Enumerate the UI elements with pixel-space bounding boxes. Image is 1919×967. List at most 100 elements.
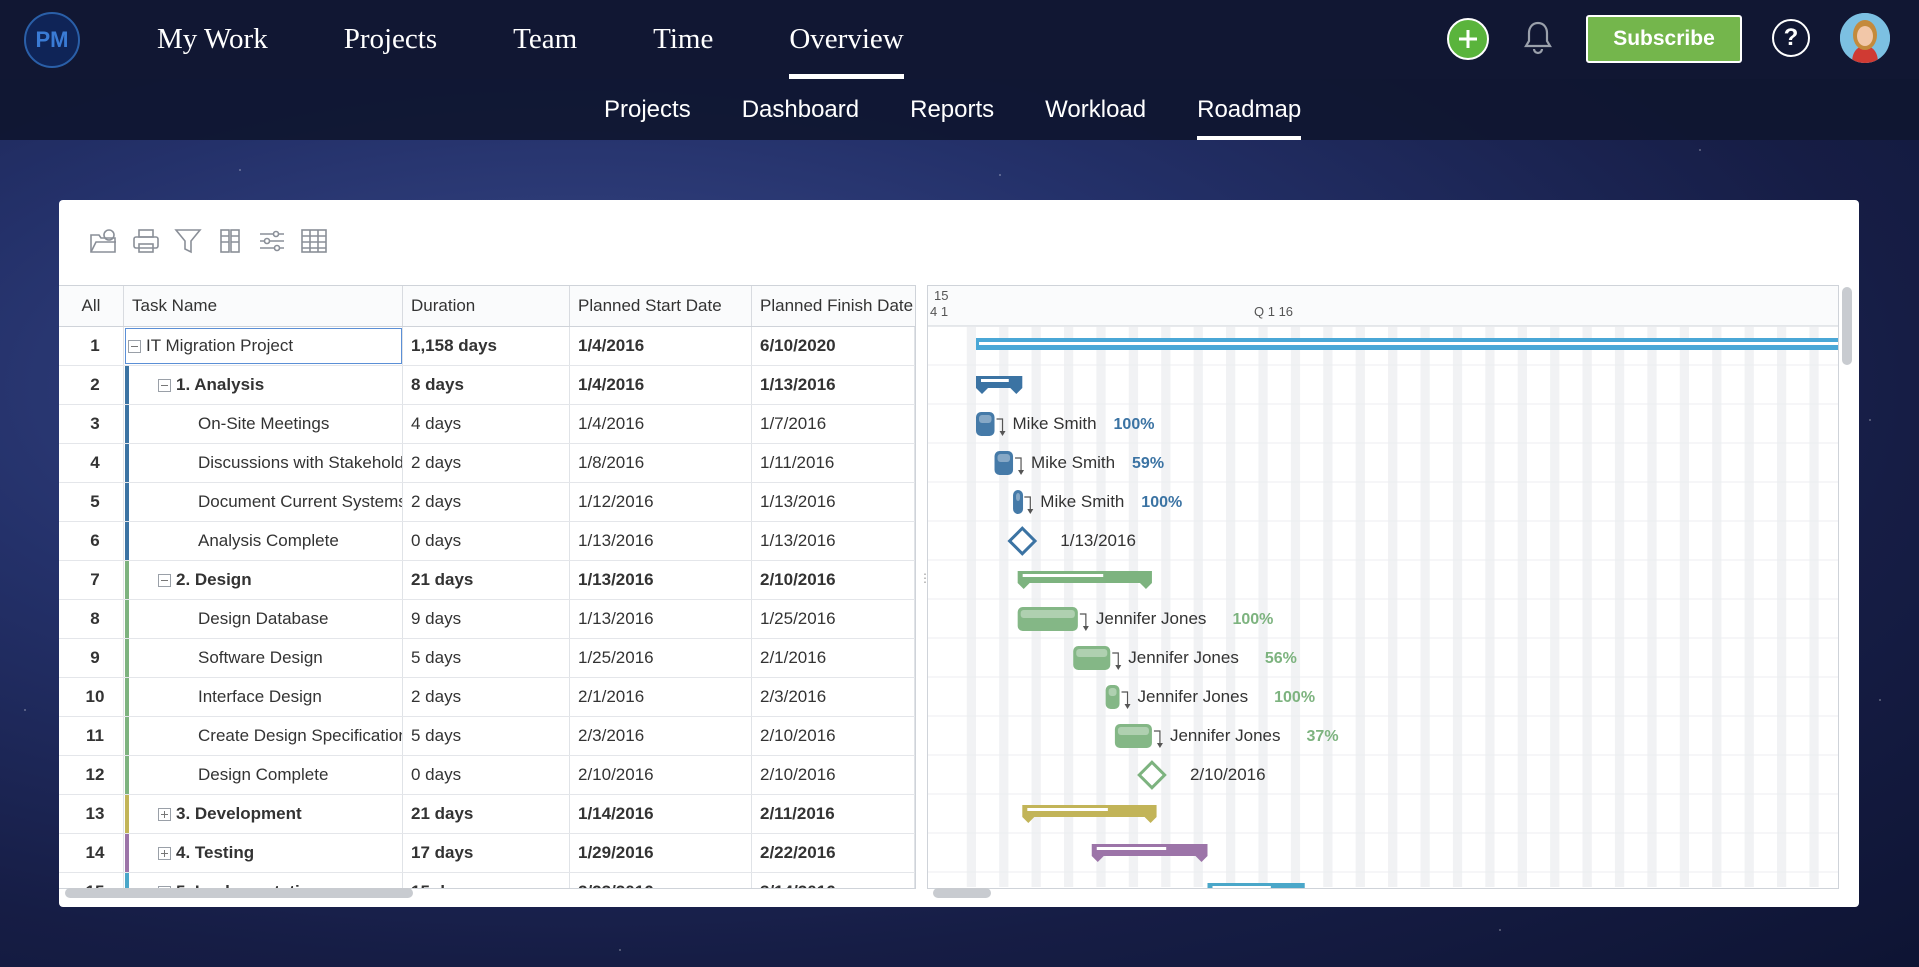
task-name-cell[interactable]: Design Database bbox=[124, 600, 403, 638]
start-date-cell[interactable]: 1/13/2016 bbox=[570, 561, 752, 599]
notifications-bell-icon[interactable] bbox=[1520, 18, 1556, 58]
start-date-cell[interactable]: 1/8/2016 bbox=[570, 444, 752, 482]
table-row[interactable]: 14 4. Testing 17 days 1/29/2016 2/22/2016 bbox=[59, 834, 915, 873]
subnav-dashboard[interactable]: Dashboard bbox=[742, 79, 859, 140]
summary-task-bar-highlight[interactable] bbox=[1022, 574, 1104, 577]
summary-bar-left-cap[interactable] bbox=[1017, 583, 1030, 589]
task-bar-gloss[interactable] bbox=[997, 454, 1011, 462]
finish-date-cell[interactable]: 1/13/2016 bbox=[752, 483, 915, 521]
table-row[interactable]: 12 Design Complete 0 days 2/10/2016 2/10/201… bbox=[59, 756, 915, 795]
settings-sliders-icon[interactable] bbox=[255, 224, 289, 258]
task-name-cell[interactable]: IT Migration Project bbox=[124, 327, 403, 365]
summary-task-bar-highlight[interactable] bbox=[1212, 886, 1271, 888]
collapse-toggle-icon[interactable] bbox=[158, 378, 171, 392]
summary-task-bar-highlight[interactable] bbox=[1027, 808, 1108, 811]
task-bar-gloss[interactable] bbox=[1076, 649, 1108, 657]
duration-cell[interactable]: 5 days bbox=[403, 717, 570, 755]
task-bar-gloss[interactable] bbox=[1108, 688, 1117, 696]
row-number-cell[interactable]: 5 bbox=[59, 483, 124, 521]
duration-cell[interactable]: 0 days bbox=[403, 522, 570, 560]
summary-bar-left-cap[interactable] bbox=[976, 388, 988, 394]
subscribe-button[interactable]: Subscribe bbox=[1586, 15, 1742, 63]
start-date-cell[interactable]: 2/23/2016 bbox=[570, 873, 752, 888]
print-icon[interactable] bbox=[129, 224, 163, 258]
table-row[interactable]: 10 Interface Design 2 days 2/1/2016 2/3/2016 bbox=[59, 678, 915, 717]
table-row[interactable]: 13 3. Development 21 days 1/14/2016 2/11/201… bbox=[59, 795, 915, 834]
subnav-workload[interactable]: Workload bbox=[1045, 79, 1146, 140]
start-date-cell[interactable]: 1/29/2016 bbox=[570, 834, 752, 872]
table-row[interactable]: 1 IT Migration Project 1,158 days 1/4/2016 6… bbox=[59, 327, 915, 366]
start-date-cell[interactable]: 1/12/2016 bbox=[570, 483, 752, 521]
task-name-cell[interactable]: 4. Testing bbox=[124, 834, 403, 872]
column-header-planned-start[interactable]: Planned Start Date bbox=[570, 286, 752, 326]
finish-date-cell[interactable]: 2/22/2016 bbox=[752, 834, 915, 872]
finish-date-cell[interactable]: 3/14/2016 bbox=[752, 873, 915, 888]
table-row[interactable]: 5 Document Current Systems 2 days 1/12/2016… bbox=[59, 483, 915, 522]
start-date-cell[interactable]: 2/3/2016 bbox=[570, 717, 752, 755]
milestone-date-label[interactable]: 1/13/2016 bbox=[1060, 531, 1136, 550]
start-date-cell[interactable]: 1/14/2016 bbox=[570, 795, 752, 833]
row-number-cell[interactable]: 8 bbox=[59, 600, 124, 638]
row-number-cell[interactable]: 10 bbox=[59, 678, 124, 716]
milestone-diamond[interactable] bbox=[1137, 760, 1167, 790]
user-avatar[interactable] bbox=[1840, 13, 1890, 63]
finish-date-cell[interactable]: 2/10/2016 bbox=[752, 756, 915, 794]
table-row[interactable]: 8 Design Database 9 days 1/13/2016 1/25/2016 bbox=[59, 600, 915, 639]
column-header-task-name[interactable]: Task Name bbox=[124, 286, 403, 326]
task-name-cell[interactable]: 3. Development bbox=[124, 795, 403, 833]
duration-cell[interactable]: 8 days bbox=[403, 366, 570, 404]
open-folder-icon[interactable] bbox=[87, 224, 121, 258]
summary-bar-right-cap[interactable] bbox=[1144, 817, 1157, 823]
start-date-cell[interactable]: 1/4/2016 bbox=[570, 405, 752, 443]
subnav-roadmap[interactable]: Roadmap bbox=[1197, 79, 1302, 140]
milestone-date-label[interactable]: 2/10/2016 bbox=[1190, 765, 1266, 784]
table-row[interactable]: 11 Create Design Specification 5 days 2/3/2… bbox=[59, 717, 915, 756]
start-date-cell[interactable]: 1/13/2016 bbox=[570, 522, 752, 560]
table-row[interactable]: 6 Analysis Complete 0 days 1/13/2016 1/13/20… bbox=[59, 522, 915, 561]
task-name-cell[interactable]: 5. Implementation bbox=[124, 873, 403, 888]
gantt-vertical-scrollbar[interactable] bbox=[1842, 287, 1852, 365]
task-name-cell[interactable]: Software Design bbox=[124, 639, 403, 677]
expand-toggle-icon[interactable] bbox=[158, 807, 171, 821]
duration-cell[interactable]: 15 days bbox=[403, 873, 570, 888]
pane-splitter-handle[interactable]: ⋮ bbox=[919, 572, 931, 595]
task-name-cell[interactable]: Interface Design bbox=[124, 678, 403, 716]
task-name-cell[interactable]: Analysis Complete bbox=[124, 522, 403, 560]
row-number-cell[interactable]: 13 bbox=[59, 795, 124, 833]
summary-bar-right-cap[interactable] bbox=[1010, 388, 1023, 394]
filter-icon[interactable] bbox=[171, 224, 205, 258]
row-number-cell[interactable]: 15 bbox=[59, 873, 124, 888]
finish-date-cell[interactable]: 1/13/2016 bbox=[752, 366, 915, 404]
duration-cell[interactable]: 9 days bbox=[403, 600, 570, 638]
finish-date-cell[interactable]: 2/3/2016 bbox=[752, 678, 915, 716]
task-name-cell[interactable]: Design Complete bbox=[124, 756, 403, 794]
task-name-cell[interactable]: Discussions with Stakeholders bbox=[124, 444, 403, 482]
duration-cell[interactable]: 0 days bbox=[403, 756, 570, 794]
start-date-cell[interactable]: 1/4/2016 bbox=[570, 327, 752, 365]
task-bar-gloss[interactable] bbox=[1020, 610, 1075, 618]
task-name-cell[interactable]: 2. Design bbox=[124, 561, 403, 599]
row-number-cell[interactable]: 2 bbox=[59, 366, 124, 404]
duration-cell[interactable]: 2 days bbox=[403, 678, 570, 716]
table-row[interactable]: 4 Discussions with Stakeholders2 days1/8/… bbox=[59, 444, 915, 483]
row-number-cell[interactable]: 12 bbox=[59, 756, 124, 794]
nav-time[interactable]: Time bbox=[653, 0, 713, 79]
subnav-reports[interactable]: Reports bbox=[910, 79, 994, 140]
duration-cell[interactable]: 5 days bbox=[403, 639, 570, 677]
finish-date-cell[interactable]: 2/10/2016 bbox=[752, 561, 915, 599]
table-icon[interactable] bbox=[297, 224, 331, 258]
duration-cell[interactable]: 21 days bbox=[403, 561, 570, 599]
duration-cell[interactable]: 2 days bbox=[403, 444, 570, 482]
table-row[interactable]: 3 On-Site Meetings 4 days 1/4/2016 1/7/2016 bbox=[59, 405, 915, 444]
add-button[interactable] bbox=[1447, 18, 1489, 60]
row-number-cell[interactable]: 3 bbox=[59, 405, 124, 443]
row-number-cell[interactable]: 14 bbox=[59, 834, 124, 872]
duration-cell[interactable]: 4 days bbox=[403, 405, 570, 443]
task-name-cell[interactable]: On-Site Meetings bbox=[124, 405, 403, 443]
task-bar-gloss[interactable] bbox=[1016, 493, 1021, 501]
table-row[interactable]: 9 Software Design 5 days 1/25/2016 2/1/2016 bbox=[59, 639, 915, 678]
finish-date-cell[interactable]: 1/11/2016 bbox=[752, 444, 915, 482]
row-number-cell[interactable]: 7 bbox=[59, 561, 124, 599]
task-bar-gloss[interactable] bbox=[1117, 727, 1149, 735]
summary-bar-right-cap[interactable] bbox=[1139, 583, 1152, 589]
